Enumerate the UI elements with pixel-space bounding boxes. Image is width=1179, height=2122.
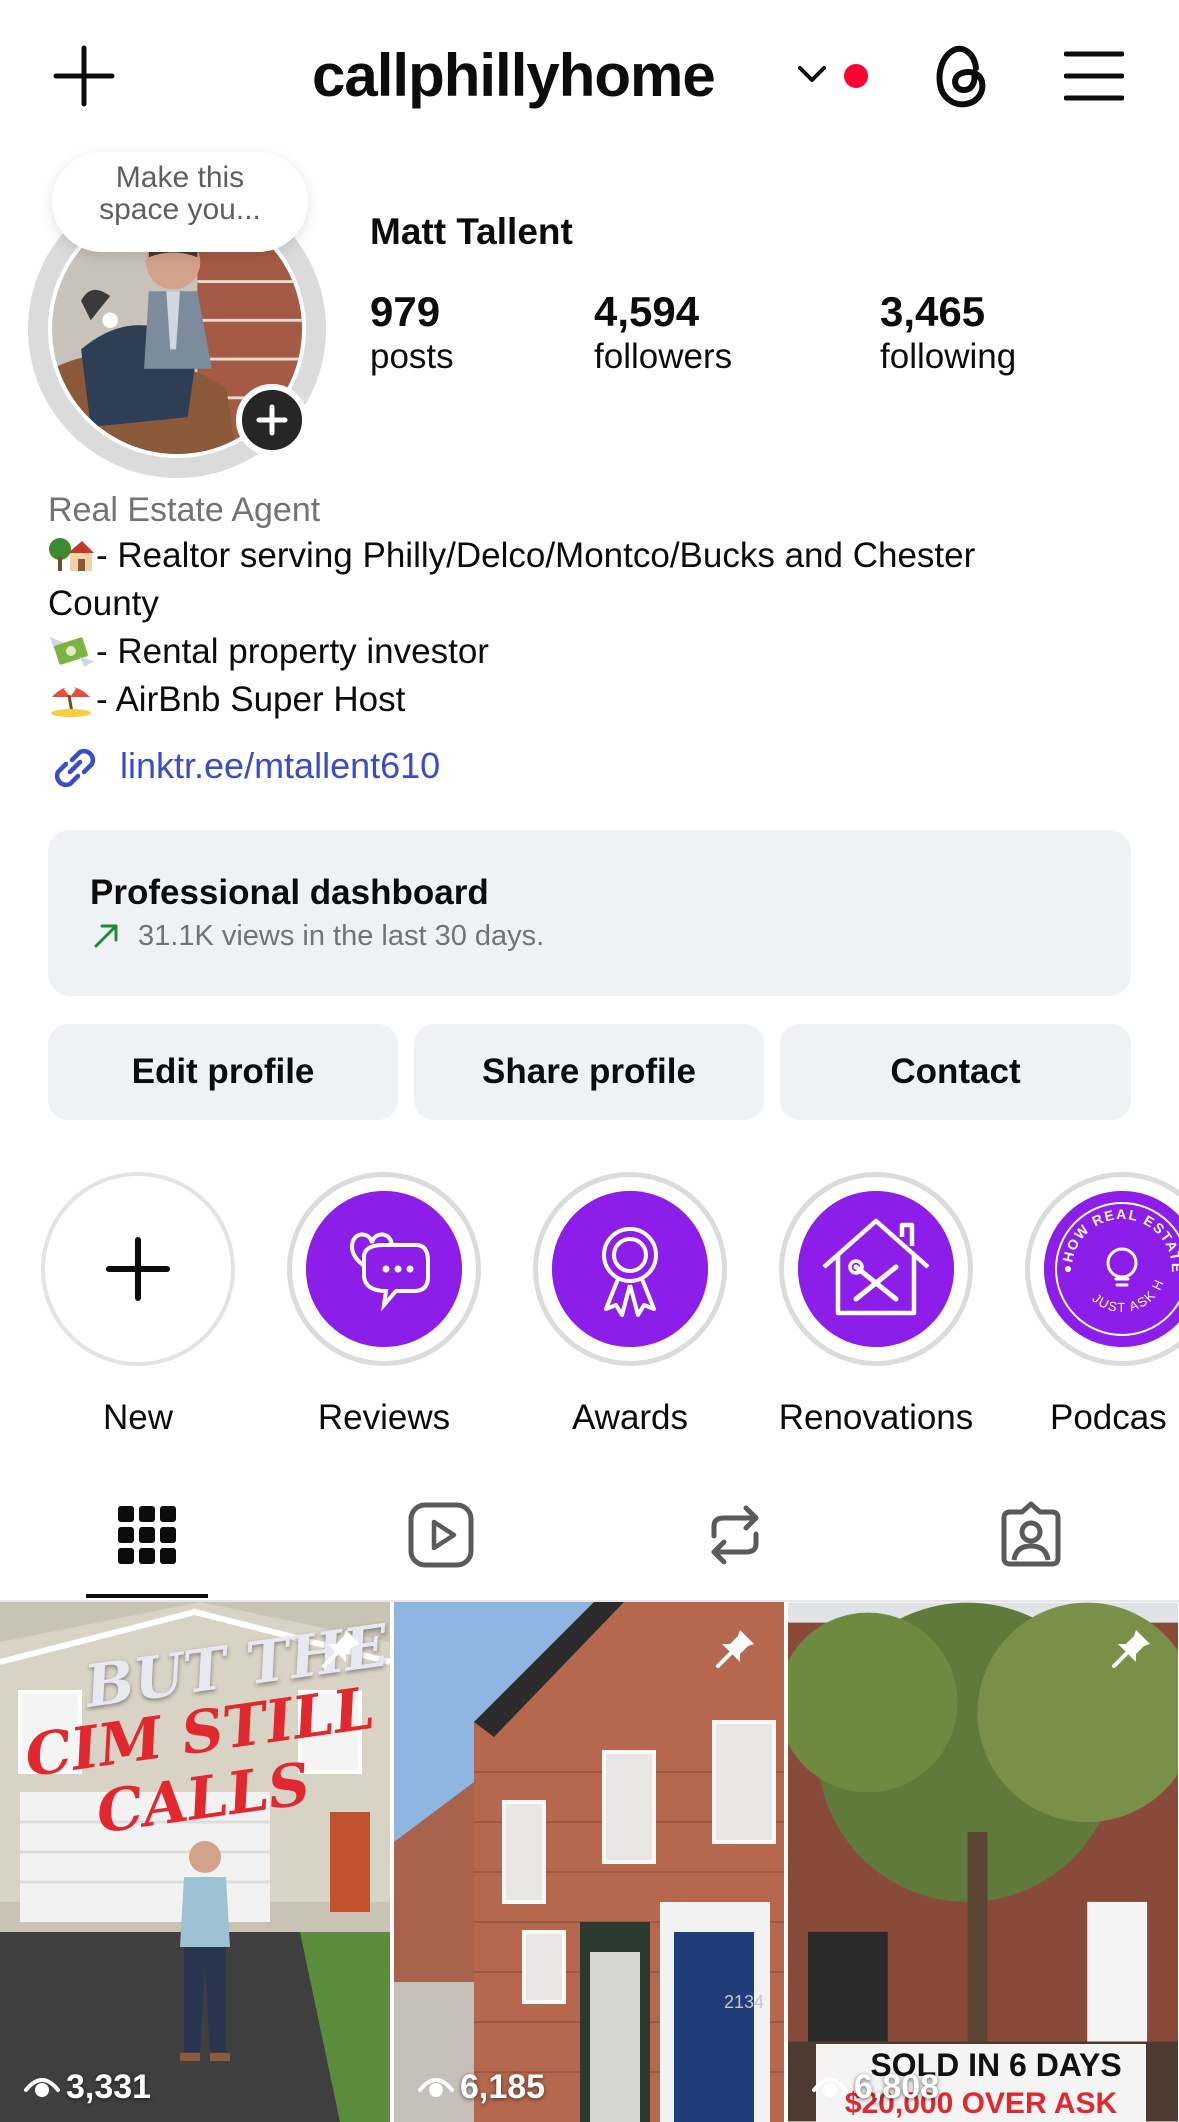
podcast-badge-icon: HOW REAL ESTATE JUST ASK HOW (1044, 1191, 1179, 1347)
views-eye-icon (812, 2078, 848, 2097)
chevron-down-icon[interactable] (796, 62, 828, 86)
add-story-icon[interactable] (236, 384, 308, 456)
views-eye-icon (418, 2078, 454, 2097)
bio-line3-text: - AirBnb Super Host (96, 680, 406, 719)
house-with-garden-icon (49, 538, 94, 571)
reposts-icon (711, 1505, 759, 1565)
menu-icon[interactable] (1064, 50, 1124, 102)
highlight-new[interactable]: New (38, 1172, 238, 1440)
tab-tagged[interactable] (884, 1490, 1178, 1600)
stat-followers[interactable]: 4,594 followers (594, 288, 732, 378)
highlight-podcast-label: Podcas (1050, 1398, 1167, 1437)
bio-category: Real Estate Agent (48, 491, 321, 529)
bio-link-text[interactable]: linktr.ee/mtallent610 (120, 744, 440, 788)
highlight-renovations-label: Renovations (778, 1398, 974, 1437)
note-text-line2: space you... (99, 193, 261, 226)
contact-button[interactable]: Contact (780, 1024, 1131, 1120)
threads-icon[interactable] (932, 38, 992, 110)
content-tabs (0, 1490, 1179, 1600)
share-profile-button[interactable]: Share profile (414, 1024, 764, 1120)
post-views-count: 6,808 (854, 2068, 940, 2106)
bio-line2-text: - Rental property investor (96, 632, 489, 671)
highlight-reviews-label: Reviews (317, 1398, 451, 1437)
tagged-icon (1001, 1501, 1061, 1567)
profile-header: callphillyhome (0, 0, 1179, 150)
bio-line-investor: - Rental property investor (48, 628, 1148, 676)
stat-followers-value: 4,594 (594, 288, 700, 335)
professional-dashboard[interactable]: Professional dashboard 31.1K views in th… (48, 830, 1131, 996)
note-text-line1: Make this (115, 161, 245, 194)
post-views-count: 6,185 (460, 2068, 546, 2106)
stat-following-value: 3,465 (880, 288, 986, 335)
stat-followers-label: followers (594, 337, 733, 376)
posts-grid: BUT THE CIM STILL CALLS 3,331 2134 6,185… (0, 1602, 1179, 2122)
beach-umbrella-icon (51, 686, 91, 717)
dashboard-title: Professional dashboard (90, 873, 489, 912)
house-tools-icon (798, 1191, 954, 1347)
views-eye-icon (24, 2078, 60, 2097)
post-door-number: 2134 (724, 1992, 765, 2012)
award-ribbon-icon (552, 1191, 708, 1347)
stat-posts[interactable]: 979 posts (370, 288, 454, 378)
post-tile[interactable]: SOLD IN 6 DAYS $20,000 OVER ASK 6,808 (788, 1602, 1179, 2122)
bio-line1-text: - Realtor serving Philly/Delco/Montco/Bu… (96, 536, 976, 575)
stat-following[interactable]: 3,465 following (880, 288, 1016, 378)
highlight-awards-label: Awards (571, 1398, 689, 1437)
active-tab-indicator (86, 1594, 208, 1598)
post-tile[interactable]: 2134 6,185 (394, 1602, 784, 2122)
post-tile[interactable]: BUT THE CIM STILL CALLS 3,331 (0, 1602, 390, 2122)
highlight-awards[interactable]: Awards (530, 1172, 730, 1440)
highlight-new-label: New (102, 1398, 174, 1437)
chat-heart-icon (306, 1191, 462, 1347)
edit-profile-button[interactable]: Edit profile (48, 1024, 398, 1120)
note-bubble[interactable]: Make this space you... (52, 152, 308, 252)
notification-dot (844, 64, 868, 88)
bio-line1-cont: County (48, 584, 159, 623)
trend-up-icon (94, 924, 118, 948)
pin-icon (322, 1630, 360, 1668)
link-icon (54, 748, 96, 788)
reels-icon (408, 1502, 474, 1568)
post-views-count: 3,331 (66, 2068, 152, 2106)
bio-line-realtor: - Realtor serving Philly/Delco/Montco/Bu… (48, 532, 1148, 580)
pin-icon (716, 1630, 754, 1668)
username-title[interactable]: callphillyhome (312, 38, 716, 114)
stat-following-label: following (880, 337, 1017, 376)
plus-icon (106, 1237, 170, 1301)
tab-reels[interactable] (294, 1490, 588, 1600)
stat-posts-label: posts (370, 337, 454, 376)
bio-line-host: - AirBnb Super Host (48, 676, 1148, 724)
post-views: 6,808 (812, 2062, 939, 2112)
stat-posts-value: 979 (370, 288, 441, 335)
post-thumbnail (394, 1602, 784, 2122)
money-with-wings-icon (50, 637, 94, 667)
highlight-renovations[interactable]: Renovations (776, 1172, 976, 1440)
post-views: 3,331 (24, 2062, 151, 2112)
tab-grid[interactable] (0, 1490, 294, 1600)
grid-icon (118, 1506, 176, 1564)
highlight-podcast[interactable]: HOW REAL ESTATE JUST ASK HOW Podcas (1022, 1172, 1179, 1440)
tab-reposts[interactable] (588, 1490, 882, 1600)
bio: Real Estate Agent - Realtor serving Phil… (48, 488, 1148, 724)
plus-icon[interactable] (52, 44, 116, 108)
highlight-reviews[interactable]: Reviews (284, 1172, 484, 1440)
pin-icon (1112, 1630, 1150, 1668)
profile-name: Matt Tallent (370, 211, 573, 252)
post-views: 6,185 (418, 2062, 545, 2112)
dashboard-subtitle: 31.1K views in the last 30 days. (138, 920, 545, 952)
